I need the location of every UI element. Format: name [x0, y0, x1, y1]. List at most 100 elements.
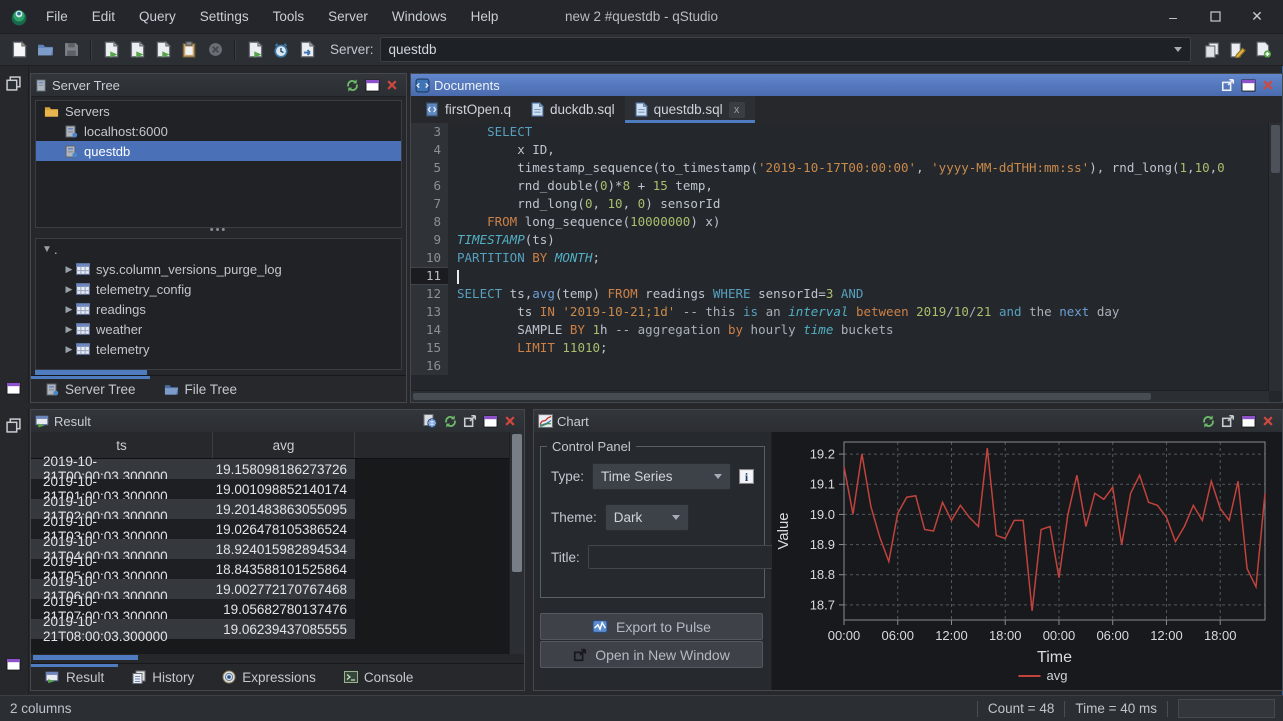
time-series-chart[interactable]: 18.718.818.919.019.119.200:0006:0012:001… [772, 432, 1282, 690]
window-icon[interactable] [6, 658, 21, 671]
server-select[interactable]: questdb [380, 37, 1191, 62]
servers-tree: Serverslocalhost:6000questdb [35, 100, 402, 228]
tree-node-sys-column-versions-purge-log[interactable]: ▶sys.column_versions_purge_log [36, 259, 401, 279]
caret-collapsed-icon[interactable]: ▶ [62, 324, 76, 335]
menu-item-windows[interactable]: Windows [380, 2, 459, 31]
tab-result[interactable]: Result [31, 664, 118, 690]
save-button[interactable] [59, 38, 83, 62]
send-script-button[interactable] [295, 38, 319, 62]
tree-node-questdb[interactable]: questdb [36, 141, 401, 161]
code-editor[interactable]: 3 SELECT4 x ID,5 timestamp_sequence(to_t… [411, 123, 1282, 402]
minimize-button[interactable]: – [1165, 9, 1181, 25]
stacked-windows-icon[interactable] [6, 418, 21, 433]
menu-item-file[interactable]: File [34, 2, 80, 31]
maximize-panel-button[interactable] [1238, 76, 1258, 94]
export-result-button[interactable] [420, 412, 440, 430]
new-document-button[interactable] [7, 38, 31, 62]
refresh-button[interactable] [342, 76, 362, 94]
open-file-button[interactable] [33, 38, 57, 62]
tree-splitter[interactable]: ••• [35, 228, 402, 236]
schedule-query-button[interactable] [269, 38, 293, 62]
tab-server-tree[interactable]: Server Tree [31, 376, 150, 402]
document-run-icon [104, 41, 119, 58]
chart-type-select[interactable]: Time Series [592, 463, 731, 490]
close-panel-button[interactable] [1258, 76, 1278, 94]
caret-collapsed-icon[interactable]: ▶ [62, 264, 76, 275]
maximize-button[interactable] [1207, 9, 1223, 25]
menu-item-server[interactable]: Server [316, 2, 380, 31]
tree-node-weather[interactable]: ▶weather [36, 319, 401, 339]
sql-file-icon [531, 102, 544, 117]
title-label: Title: [551, 550, 580, 565]
tab-label: questdb.sql [654, 102, 723, 117]
tab-console[interactable]: Console [330, 664, 428, 690]
chart-title-input[interactable] [588, 545, 778, 569]
result-horizontal-scrollbar[interactable] [33, 655, 138, 660]
info-icon[interactable]: i [739, 469, 754, 484]
document-tab-duckdb-sql[interactable]: duckdb.sql [521, 96, 625, 123]
result-table[interactable]: tsavg2019-10-21T00:00:03.30000019.158098… [31, 432, 510, 654]
column-header-avg[interactable]: avg [213, 432, 355, 458]
popout-panel-button[interactable] [460, 412, 480, 430]
execute-line-button[interactable] [125, 38, 149, 62]
execute-current-statement-button[interactable] [99, 38, 123, 62]
stacked-windows-icon[interactable] [6, 76, 21, 91]
document-tab-firstopen-q[interactable]: firstOpen.q [415, 96, 521, 123]
close-panel-button[interactable] [1258, 412, 1278, 430]
refresh-button[interactable] [440, 412, 460, 430]
tree-node-servers[interactable]: Servers [36, 101, 401, 121]
add-server-button[interactable] [1252, 38, 1276, 62]
close-window-button[interactable]: ✕ [1249, 8, 1265, 25]
table-row[interactable]: 2019-10-21T08:00:03.30000019.06239437085… [31, 619, 510, 639]
menu-item-edit[interactable]: Edit [80, 2, 127, 31]
close-tab-icon[interactable]: x [729, 102, 745, 118]
tab-file-tree[interactable]: File Tree [150, 376, 252, 402]
copy-server-button[interactable] [1200, 38, 1224, 62]
maximize-panel-button[interactable] [480, 412, 500, 430]
line-number: 3 [411, 123, 449, 141]
menu-item-settings[interactable]: Settings [188, 2, 261, 31]
close-panel-button[interactable] [500, 412, 520, 430]
tab-expressions[interactable]: Expressions [208, 664, 330, 690]
status-bar: 2 columns Count = 48 Time = 40 ms [0, 695, 1283, 721]
run-script-button[interactable] [243, 38, 267, 62]
tree-node-root[interactable]: ▼. [36, 239, 401, 259]
result-vertical-scrollbar[interactable] [509, 432, 524, 654]
editor-vertical-scrollbar[interactable] [1268, 123, 1282, 391]
tree-node-readings[interactable]: ▶readings [36, 299, 401, 319]
svg-text:18:00: 18:00 [989, 628, 1022, 643]
caret-collapsed-icon[interactable]: ▶ [62, 344, 76, 355]
popout-panel-button[interactable] [1218, 76, 1238, 94]
refresh-button[interactable] [1198, 412, 1218, 430]
edit-server-button[interactable] [1226, 38, 1250, 62]
tree-node-telemetry-config[interactable]: ▶telemetry_config [36, 279, 401, 299]
tree-node-telemetry[interactable]: ▶telemetry [36, 339, 401, 359]
panel-title: Server Tree [52, 78, 120, 93]
chart-theme-select[interactable]: Dark [605, 504, 689, 531]
execute-all-button[interactable] [151, 38, 175, 62]
popout-panel-button[interactable] [1218, 412, 1238, 430]
status-count: Count = 48 [988, 701, 1054, 716]
menu-item-query[interactable]: Query [127, 2, 188, 31]
close-panel-button[interactable] [382, 76, 402, 94]
line-number: 10 [411, 249, 449, 267]
maximize-panel-button[interactable] [362, 76, 382, 94]
menu-item-tools[interactable]: Tools [261, 2, 317, 31]
documents-icon [415, 78, 430, 93]
editor-horizontal-scrollbar[interactable] [411, 390, 1269, 402]
menu-item-help[interactable]: Help [459, 2, 511, 31]
caret-collapsed-icon[interactable]: ▶ [62, 284, 76, 295]
maximize-panel-button[interactable] [1238, 412, 1258, 430]
caret-collapsed-icon[interactable]: ▶ [62, 304, 76, 315]
paste-button[interactable] [177, 38, 201, 62]
document-tab-questdb-sql[interactable]: questdb.sql x [625, 96, 755, 123]
tab-history[interactable]: History [118, 664, 208, 690]
window-icon[interactable] [6, 382, 21, 395]
open-in-new-window-button[interactable]: Open in New Window [540, 641, 763, 668]
vertical-splitter[interactable] [525, 409, 533, 691]
export-to-pulse-button[interactable]: Export to Pulse [540, 613, 763, 640]
tree-node-localhost-6000[interactable]: localhost:6000 [36, 121, 401, 141]
stop-query-button[interactable] [203, 38, 227, 62]
toolbar-separator [90, 40, 92, 60]
result-panel: Result tsavg2019-10-21T00:00:03.30000019… [30, 409, 525, 691]
